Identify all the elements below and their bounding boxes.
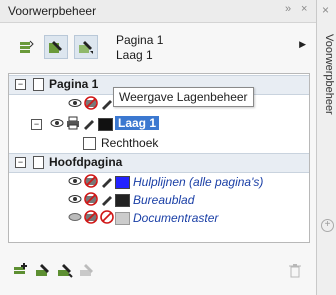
object-manager-panel: Voorwerpbeheer » × Pagina 1 Laag 1 ▶ − P… — [0, 0, 317, 295]
tree-row-desktop[interactable]: Bureaublad — [9, 191, 309, 209]
panel-title: Voorwerpbeheer — [8, 4, 97, 18]
panel-toolbar: Pagina 1 Laag 1 ▶ — [8, 30, 308, 70]
desktop-color-swatch[interactable] — [115, 194, 130, 207]
guides-label[interactable]: Hulplijnen (alle pagina's) — [133, 175, 263, 189]
tree-row-guides[interactable]: Hulplijnen (alle pagina's) — [9, 173, 309, 191]
layer-manager-view-button[interactable] — [74, 35, 98, 59]
page-icon — [33, 78, 44, 91]
edit-disabled-icon[interactable] — [99, 209, 115, 225]
close-icon[interactable]: × — [301, 3, 307, 15]
desktop-label[interactable]: Bureaublad — [133, 193, 194, 207]
print-disabled-icon[interactable] — [83, 209, 99, 225]
grid-color-swatch[interactable] — [115, 212, 130, 225]
tree-row-document-grid[interactable]: Documentraster — [9, 209, 309, 227]
plus-circle-icon[interactable]: + — [321, 219, 334, 232]
tooltip: Weergave Lagenbeheer — [113, 87, 254, 107]
tree-row-rectangle[interactable]: Rechthoek — [9, 134, 309, 152]
eye-icon[interactable] — [67, 95, 83, 111]
page-icon — [33, 156, 44, 169]
edit-across-layers-button[interactable] — [44, 35, 68, 59]
side-tab-close-icon[interactable]: × — [322, 3, 329, 17]
rectangle-icon — [83, 137, 96, 150]
eye-icon[interactable] — [67, 191, 83, 207]
pencil-icon[interactable] — [99, 173, 115, 189]
show-properties-button[interactable] — [14, 35, 38, 59]
eye-closed-icon[interactable] — [67, 209, 83, 225]
panel-titlebar: Voorwerpbeheer » × — [0, 0, 316, 23]
collapse-toggle-icon[interactable]: − — [15, 79, 26, 90]
layer-color-swatch[interactable] — [98, 118, 113, 131]
collapse-icon[interactable]: » — [285, 3, 291, 15]
new-master-layer-all-pages-icon[interactable] — [56, 262, 74, 280]
print-disabled-icon[interactable] — [83, 95, 99, 111]
layer1-label[interactable]: Laag 1 — [115, 116, 160, 130]
tree-row-master-page[interactable]: − Hoofdpagina — [9, 153, 309, 173]
eye-icon[interactable] — [49, 115, 65, 131]
grid-label[interactable]: Documentraster — [133, 211, 218, 225]
print-disabled-icon[interactable] — [83, 191, 99, 207]
page1-label: Pagina 1 — [49, 77, 99, 91]
new-master-layer-icon[interactable] — [34, 262, 52, 280]
new-layer-icon[interactable] — [12, 262, 30, 280]
new-master-layer-disabled-icon[interactable] — [78, 262, 96, 280]
panel-bottom-toolbar — [8, 262, 308, 282]
collapse-toggle-icon[interactable]: − — [31, 119, 42, 130]
current-page-label: Pagina 1 — [116, 33, 164, 47]
tree-row-layer1[interactable]: − Laag 1 — [9, 115, 309, 133]
pencil-icon[interactable] — [81, 115, 97, 131]
current-page-layer-info: Pagina 1 Laag 1 — [116, 33, 163, 63]
current-layer-label: Laag 1 — [116, 48, 153, 62]
side-tab-label[interactable]: Voorwerpbeheer — [318, 34, 335, 115]
docker-side-tab[interactable]: × Voorwerpbeheer + — [317, 0, 336, 295]
layer-manager-icon — [79, 41, 93, 54]
rectangle-label[interactable]: Rechthoek — [101, 136, 158, 150]
print-disabled-icon[interactable] — [83, 173, 99, 189]
layers-properties-icon — [20, 40, 34, 53]
collapse-toggle-icon[interactable]: − — [15, 157, 26, 168]
guides-color-swatch[interactable] — [115, 176, 130, 189]
flyout-menu-icon[interactable]: ▶ — [299, 39, 306, 50]
eye-icon[interactable] — [67, 173, 83, 189]
edit-layers-icon — [49, 41, 62, 53]
master-page-label: Hoofdpagina — [49, 155, 123, 169]
printer-icon[interactable] — [65, 115, 81, 131]
delete-trash-icon[interactable] — [286, 262, 304, 280]
pencil-icon[interactable] — [99, 191, 115, 207]
